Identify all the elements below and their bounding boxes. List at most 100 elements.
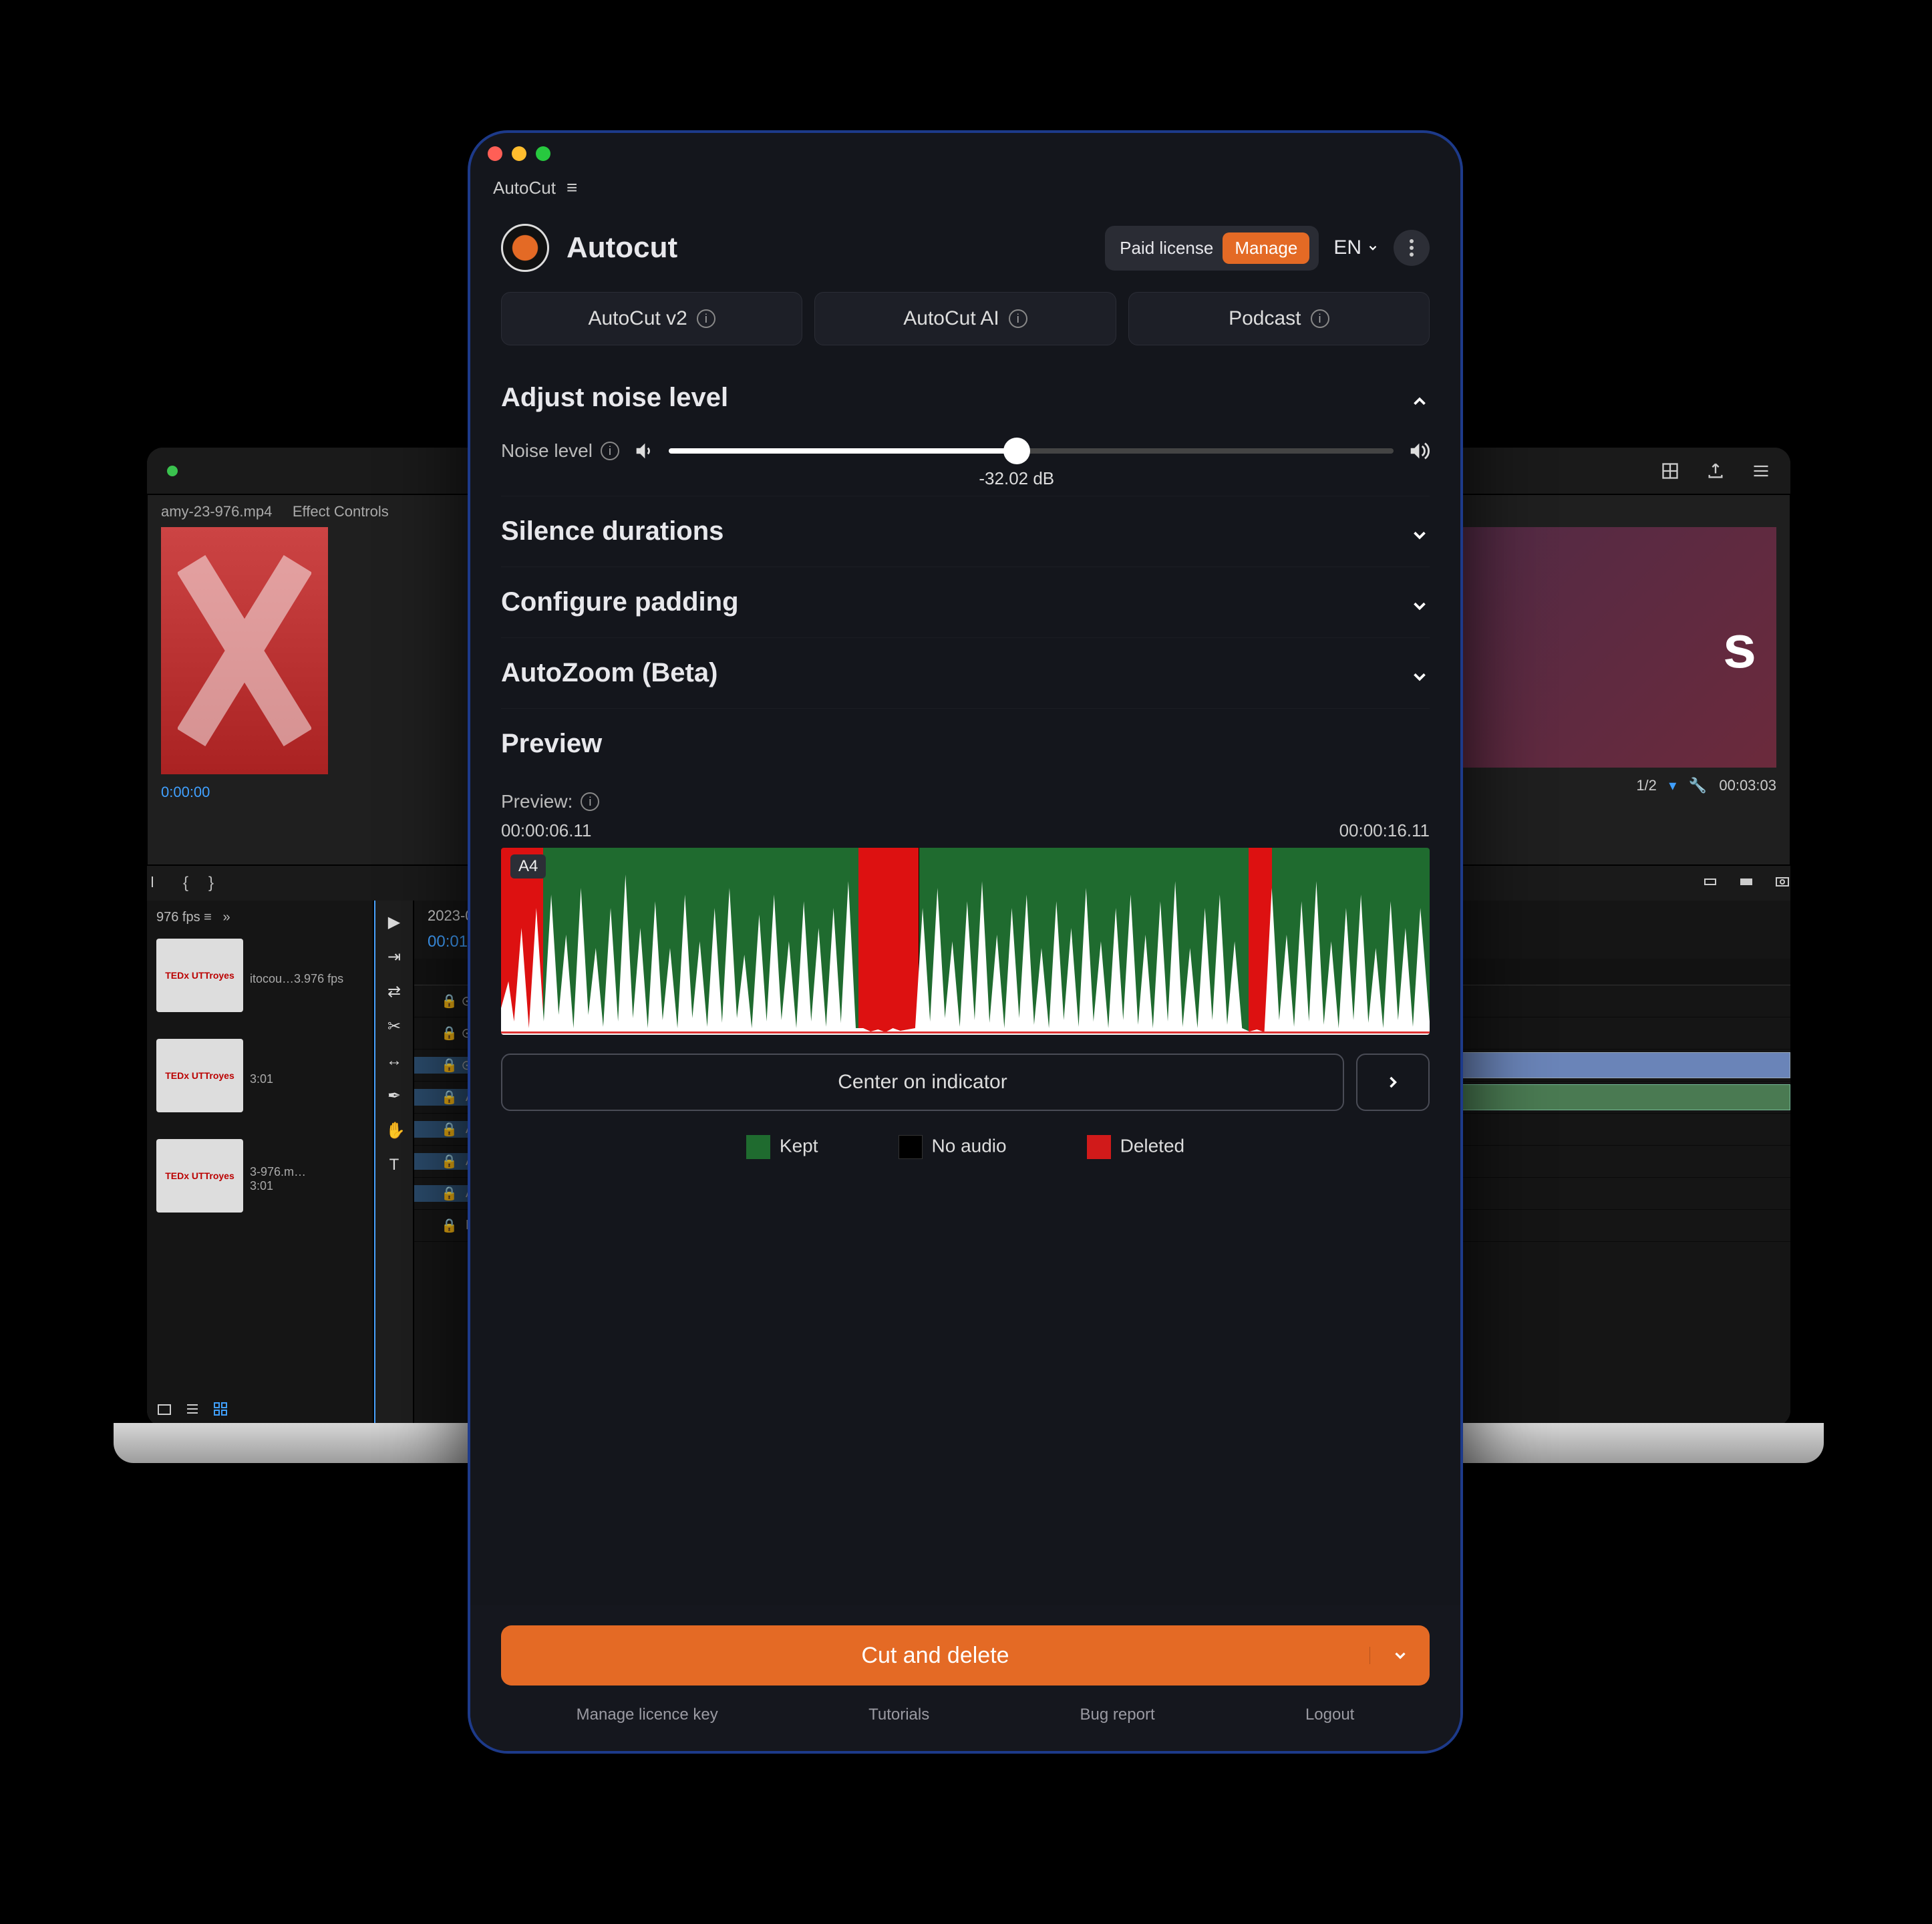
- manage-license-button[interactable]: Manage: [1223, 232, 1309, 264]
- autocut-footer: Cut and delete Manage licence key Tutori…: [470, 1605, 1460, 1751]
- autocut-logo-icon: [501, 224, 549, 272]
- footer-link-tutorials[interactable]: Tutorials: [868, 1706, 929, 1724]
- project-bin: 976 fps ≡ » TEDx UTTroyes itocou…3.976 f…: [147, 901, 374, 1426]
- type-tool-icon[interactable]: T: [385, 1156, 403, 1173]
- preview-sub-label: Preview:: [501, 791, 573, 812]
- ripple-tool-icon[interactable]: ⇄: [385, 982, 403, 999]
- slider-knob[interactable]: [1003, 438, 1030, 464]
- waveform-preview[interactable]: A4: [501, 848, 1430, 1035]
- audio-clip[interactable]: [1430, 1084, 1790, 1110]
- panel-title: AutoCut: [493, 178, 556, 198]
- noise-level-slider[interactable]: -32.02 dB: [669, 448, 1394, 454]
- source-timecode[interactable]: 0:00:00: [161, 784, 210, 801]
- waveform-path: [501, 848, 1430, 1035]
- preview-tc-end: 00:00:16.11: [1339, 820, 1430, 841]
- bin-clip-2-dur: 3:01: [250, 1072, 273, 1086]
- tedx-x-icon: [178, 550, 311, 751]
- info-icon[interactable]: i: [1311, 309, 1329, 328]
- bracket-out-icon[interactable]: }: [208, 874, 214, 893]
- section-padding-header[interactable]: Configure padding: [501, 567, 1430, 637]
- footer-link-logout[interactable]: Logout: [1305, 1706, 1354, 1724]
- selection-tool-icon[interactable]: ▶: [385, 913, 403, 930]
- license-pill: Paid license Manage: [1105, 226, 1319, 271]
- bin-clip-3[interactable]: TEDx UTTroyes: [156, 1139, 243, 1213]
- cut-and-delete-button[interactable]: Cut and delete: [501, 1625, 1430, 1686]
- bin-clip-3-name: 3-976.m…: [250, 1165, 306, 1179]
- legend-swatch-noaudio: [899, 1135, 923, 1159]
- more-menu-button[interactable]: [1394, 230, 1430, 266]
- info-icon[interactable]: i: [581, 792, 599, 811]
- kebab-icon: [1410, 239, 1414, 257]
- volume-high-icon[interactable]: [1407, 440, 1430, 462]
- preview-tc-start: 00:00:06.11: [501, 820, 591, 841]
- section-silence-header[interactable]: Silence durations: [501, 496, 1430, 567]
- bin-header[interactable]: 976 fps: [156, 910, 200, 925]
- info-icon[interactable]: i: [1009, 309, 1027, 328]
- close-icon[interactable]: [488, 146, 502, 161]
- menu-icon[interactable]: [1752, 462, 1770, 480]
- panel-menu-icon[interactable]: ≡: [567, 177, 577, 198]
- info-icon[interactable]: i: [601, 442, 619, 460]
- language-dropdown[interactable]: EN: [1333, 236, 1379, 259]
- info-icon[interactable]: i: [697, 309, 715, 328]
- tab-autocut-v2[interactable]: AutoCut v2i: [501, 292, 802, 345]
- source-tab-effect-controls[interactable]: Effect Controls: [293, 503, 389, 520]
- bin-clip-3-dur: 3:01: [250, 1179, 306, 1193]
- section-noise-header[interactable]: Adjust noise level: [501, 363, 1430, 433]
- program-timecode: 00:03:03: [1719, 777, 1776, 794]
- zoom-icon[interactable]: [536, 146, 550, 161]
- section-autozoom-header[interactable]: AutoZoom (Beta): [501, 637, 1430, 708]
- volume-low-icon[interactable]: [633, 440, 655, 462]
- timeline-tool-column: ▶ ⇥ ⇄ ✂ ↔ ✒ ✋ T: [374, 901, 414, 1426]
- bin-clip-2[interactable]: TEDx UTTroyes: [156, 1039, 243, 1112]
- pen-tool-icon[interactable]: ✒: [385, 1086, 403, 1104]
- legend-swatch-deleted: [1087, 1135, 1111, 1159]
- chevron-down-icon: [1410, 593, 1430, 613]
- chevron-down-icon: [1410, 522, 1430, 542]
- preview-legend: Kept No audio Deleted: [501, 1111, 1430, 1166]
- app-name: Autocut: [567, 231, 677, 265]
- center-on-indicator-button[interactable]: Center on indicator: [501, 1054, 1344, 1111]
- icon-view-icon[interactable]: [212, 1401, 228, 1417]
- program-text-overlay: s: [1723, 613, 1756, 682]
- tab-podcast[interactable]: Podcasti: [1128, 292, 1430, 345]
- noise-level-label: Noise level: [501, 440, 593, 462]
- footer-link-bug[interactable]: Bug report: [1080, 1706, 1155, 1724]
- footer-link-licence[interactable]: Manage licence key: [577, 1706, 718, 1724]
- razor-tool-icon[interactable]: ✂: [385, 1017, 403, 1034]
- chevron-down-icon: [1367, 242, 1379, 254]
- window-traffic-lights: [470, 133, 1460, 174]
- export-frame-icon[interactable]: [1774, 874, 1790, 890]
- noise-level-value: -32.02 dB: [979, 468, 1054, 489]
- track-select-tool-icon[interactable]: ⇥: [385, 947, 403, 965]
- overwrite-icon[interactable]: [1738, 874, 1754, 890]
- minimize-icon[interactable]: [512, 146, 526, 161]
- chevron-right-icon: [1384, 1073, 1402, 1092]
- traffic-light-green: [167, 466, 178, 476]
- source-tab-clip[interactable]: amy-23-976.mp4: [161, 503, 272, 520]
- workspace-icon[interactable]: [1661, 462, 1679, 480]
- chevron-down-icon: [1410, 663, 1430, 683]
- program-scale[interactable]: 1/2: [1636, 777, 1657, 794]
- chevron-up-icon: [1410, 388, 1430, 408]
- slip-tool-icon[interactable]: ↔: [385, 1052, 403, 1069]
- new-bin-icon[interactable]: [156, 1401, 172, 1417]
- autocut-window: AutoCut ≡ Autocut Paid license Manage EN…: [468, 130, 1463, 1754]
- mark-in-icon[interactable]: [147, 874, 163, 890]
- list-view-icon[interactable]: [184, 1401, 200, 1417]
- source-preview-thumb: [161, 527, 328, 774]
- license-status: Paid license: [1120, 238, 1213, 259]
- section-preview-header: Preview: [501, 708, 1430, 779]
- bin-clip-1[interactable]: TEDx UTTroyes: [156, 939, 243, 1012]
- insert-icon[interactable]: [1702, 874, 1718, 890]
- bin-clip-1-name: itocou…3.976 fps: [250, 972, 343, 986]
- chevron-down-icon: [1392, 1647, 1409, 1664]
- share-icon[interactable]: [1706, 462, 1725, 480]
- legend-swatch-kept: [746, 1135, 770, 1159]
- hand-tool-icon[interactable]: ✋: [385, 1121, 403, 1138]
- cut-button-dropdown[interactable]: [1370, 1647, 1430, 1664]
- next-segment-button[interactable]: [1356, 1054, 1430, 1111]
- tab-autocut-ai[interactable]: AutoCut AIi: [814, 292, 1116, 345]
- video-clip[interactable]: [1430, 1052, 1790, 1078]
- bracket-in-icon[interactable]: {: [183, 874, 188, 893]
